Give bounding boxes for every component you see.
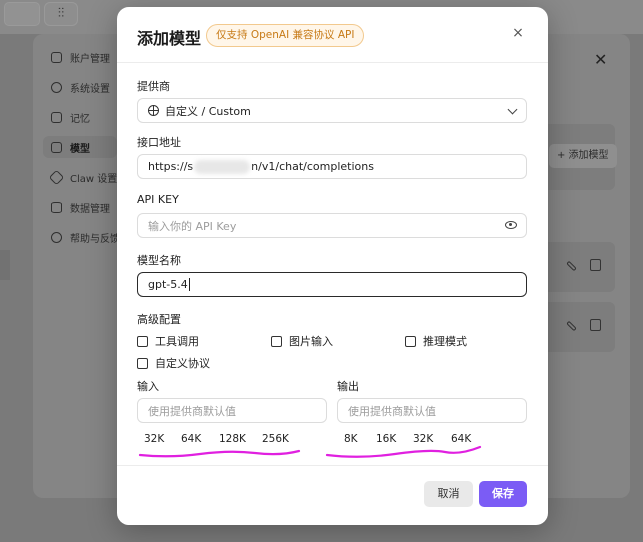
background-model-card [546,242,615,292]
sidebar-item-claw: Claw 设置 [48,168,117,186]
output-preset-8k[interactable]: 8K [344,433,358,445]
provider-select[interactable]: 自定义 / Custom [137,98,527,123]
filter-icon: ⫶⫶ [44,2,78,26]
dialog-header: 添加模型 仅支持 OpenAI 兼容协议 API × [117,7,548,63]
compat-badge: 仅支持 OpenAI 兼容协议 API [206,24,365,47]
save-button[interactable]: 保存 [479,481,527,507]
input-limit-placeholder: 使用提供商默认值 [148,404,236,418]
input-limit-label: 输入 [137,380,159,393]
checkbox-tool-calling[interactable]: 工具调用 [137,333,199,349]
eye-icon[interactable] [505,221,517,229]
sidebar-item-memory: 记忆 [51,108,90,126]
edit-icon [566,260,577,272]
checkbox-box[interactable] [271,335,282,347]
background-toolbar-box [4,2,40,26]
dialog-title: 添加模型 [137,29,202,48]
input-preset-64k[interactable]: 64K [181,433,201,445]
background-model-card [546,302,615,352]
add-model-dialog: 添加模型 仅支持 OpenAI 兼容协议 API × 提供商 自定义 / Cus… [117,7,548,525]
api-key-label: API KEY [137,193,179,206]
chevron-down-icon [507,104,518,115]
model-name-label: 模型名称 [137,254,181,267]
endpoint-value-suffix: n/v1/chat/completions [251,160,374,173]
memory-icon [51,111,62,123]
gear-icon [51,81,62,93]
endpoint-value-prefix: https://s [148,160,194,173]
endpoint-label: 接口地址 [137,136,181,149]
sidebar-item-model: 模型 [51,138,90,156]
settings-sidebar: 账户管理 系统设置 记忆 模型 Claw 设置 数据管理 帮助与反馈 [33,34,120,498]
output-limit-placeholder: 使用提供商默认值 [348,404,436,418]
checkbox-box[interactable] [137,335,148,347]
provider-value: 自定义 / Custom [165,104,251,118]
dialog-footer-divider [117,465,548,466]
api-key-input[interactable]: 输入你的 API Key [137,213,527,238]
sidebar-item-account: 账户管理 [51,48,110,66]
claw-icon [48,169,65,185]
output-preset-16k[interactable]: 16K [376,433,396,445]
input-preset-128k[interactable]: 128K [219,433,246,445]
checkbox-custom-protocol[interactable]: 自定义协议 [137,355,210,371]
input-preset-256k[interactable]: 256K [262,433,289,445]
output-limit-field[interactable]: 使用提供商默认值 [337,398,527,423]
help-icon [51,231,62,243]
redacted-blur [194,159,251,174]
provider-label: 提供商 [137,80,170,93]
globe-icon [148,105,159,116]
checkbox-box[interactable] [405,335,416,347]
model-name-input[interactable]: gpt-5.4 [137,272,527,297]
checkbox-image-input[interactable]: 图片输入 [271,333,333,349]
output-limit-label: 输出 [337,380,359,393]
cancel-button[interactable]: 取消 [424,481,473,507]
trash-icon [590,259,601,271]
sidebar-item-system: 系统设置 [51,78,110,96]
sidebar-item-data: 数据管理 [51,198,110,216]
checkbox-box[interactable] [137,357,148,369]
close-icon[interactable]: × [510,25,526,41]
output-preset-32k[interactable]: 32K [413,433,433,445]
input-limit-field[interactable]: 使用提供商默认值 [137,398,327,423]
user-icon [51,51,62,63]
background-add-model-button: + 添加模型 [549,144,617,168]
endpoint-input[interactable]: https://s n/v1/chat/completions [137,154,527,179]
api-key-placeholder: 输入你的 API Key [148,219,237,233]
database-icon [51,201,62,213]
advanced-label: 高级配置 [137,313,181,326]
text-caret [188,278,190,291]
input-preset-32k[interactable]: 32K [144,433,164,445]
model-name-value: gpt-5.4 [148,278,188,291]
background-edge [0,250,10,280]
cube-icon [51,141,62,153]
output-preset-64k[interactable]: 64K [451,433,471,445]
checkbox-reasoning[interactable]: 推理模式 [405,333,467,349]
edit-icon [566,320,577,332]
background-close-icon: ✕ [594,50,608,69]
sidebar-item-help: 帮助与反馈 [51,228,120,246]
trash-icon [590,319,601,331]
